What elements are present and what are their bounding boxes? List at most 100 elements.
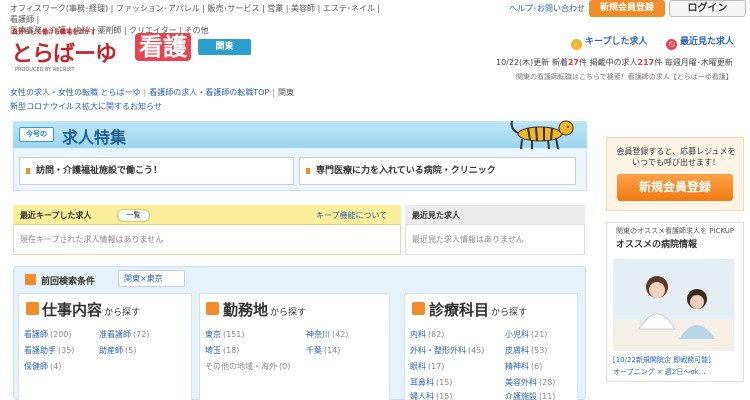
item-count: (200) <box>50 330 72 339</box>
item-count: (53) <box>531 346 548 355</box>
keep-feature-link[interactable]: キープ機能について <box>316 210 387 221</box>
recent-panel-title: 最近見た求人 <box>412 211 460 220</box>
open-label: 件 掲載中の求人 <box>578 58 638 67</box>
category-line-1[interactable]: オフィスワーク(事務･経理) | ファッション･アパレル | 販売･サービス |… <box>10 3 390 25</box>
location-title-text: 勤務地 <box>223 301 269 319</box>
feature-button-home-care[interactable]: 訪問・介護福祉施設で働こう！ <box>19 157 294 185</box>
job-title-suffix: から探す <box>104 308 141 318</box>
prev-search-label: 前回検索条件 <box>41 277 96 287</box>
location-item-other[interactable]: その他の地域・海外 (0) <box>205 361 290 372</box>
sidebar-register-button[interactable]: 新規会員登録 <box>617 174 733 201</box>
update-stats: 10/22(木)更新 新着27件 掲載中の求人217件 毎週月曜･木曜更新 <box>496 57 733 68</box>
item-label: 小児科 <box>505 330 529 339</box>
item-count: (14) <box>324 346 341 355</box>
item-count: (82) <box>428 330 445 339</box>
news-line-1: [10/22新規開院企 即戦務可能] <box>613 356 711 364</box>
department-item-surgery[interactable]: 外科・整形外科 (45) <box>410 345 484 356</box>
logo-tagline: 自分らしく働ける職場をさがす <box>12 29 97 36</box>
feature-button-specialty[interactable]: 専門医療に力を入れている病院・クリニック <box>299 157 576 185</box>
this-issue-badge: 今号の <box>19 127 54 142</box>
feature-title: 求人特集 <box>62 128 127 147</box>
department-item-cosmetic-surgery[interactable]: 美容外科 (28) <box>505 377 555 388</box>
recent-empty-message: 最近見た求人情報はありません <box>412 235 524 244</box>
department-item-ent[interactable]: 耳鼻科 (15) <box>410 377 452 388</box>
job-item-nurse-aide[interactable]: 看護助手 (35) <box>24 345 74 356</box>
prev-search-tag[interactable]: 関東×東京 <box>118 270 185 287</box>
stats-tail: 件 毎週月曜･木曜更新 <box>654 58 733 67</box>
item-label: 精神科 <box>505 362 529 371</box>
sidebar-hospital-news[interactable]: [10/22新規開院企 即戦務可能] オープニング × 週2日〜ok… <box>613 354 711 378</box>
hospital-photo[interactable] <box>613 259 734 351</box>
tiger-illustration <box>510 120 574 150</box>
location-title-suffix: から探す <box>270 308 307 318</box>
location-item-saitama[interactable]: 埼玉 (18) <box>205 345 239 356</box>
help-link[interactable]: ヘルプ･お問い合わせ <box>509 3 585 14</box>
region-button[interactable]: 関東 <box>198 39 251 55</box>
department-item-dermatology[interactable]: 皮膚科 (53) <box>505 345 547 356</box>
logo-nurse-mark: 看護 <box>135 33 191 61</box>
department-item-pediatrics[interactable]: 小児科 (21) <box>505 329 547 340</box>
department-item-care-facility[interactable]: 介護施設 (11) <box>505 391 555 400</box>
breadcrumb-current: 関東 <box>277 88 294 97</box>
item-count: (4) <box>50 362 62 371</box>
item-label: 東京 <box>205 330 221 339</box>
covid-notice-link[interactable]: 新型コロナウイルス拡大に関するお知らせ <box>10 101 162 112</box>
recent-jobs-link[interactable]: ◷ 最近見た求人 <box>666 34 734 50</box>
logo[interactable]: とらばーゆ <box>11 36 117 68</box>
department-item-psychiatry[interactable]: 精神科 (6) <box>505 361 542 372</box>
location-item-kanagawa[interactable]: 神奈川 (42) <box>306 329 348 340</box>
kept-empty-message: 現在キープされた求人情報はありません <box>20 235 164 244</box>
item-label: 美容外科 <box>505 378 537 387</box>
location-column-title: 勤務地 から探す <box>223 299 306 320</box>
page-description: 関東の看護師転職はこちらで検索！看護師の求人【とらばーゆ看護】 <box>516 73 733 81</box>
job-item-public-health-nurse[interactable]: 保健師 (4) <box>24 361 61 372</box>
breadcrumb-home[interactable]: 女性の求人・女性の転職 とらばーゆ <box>10 88 141 97</box>
department-item-internal[interactable]: 内科 (82) <box>410 329 444 340</box>
job-item-assistant-nurse[interactable]: 准看護師 (72) <box>99 329 149 340</box>
item-label: 千葉 <box>306 346 322 355</box>
item-label: 看護師 <box>24 330 48 339</box>
open-count: 217 <box>637 58 655 67</box>
item-label: 准看護師 <box>99 330 131 339</box>
breadcrumb-nurse-top[interactable]: 看護師の求人・看護師の転職TOP <box>149 88 269 97</box>
update-date: 10/22(木)更新 <box>496 58 550 67</box>
item-count: (15) <box>436 378 453 387</box>
kept-list-button[interactable]: 一覧 <box>117 209 150 222</box>
sidebar-hospital-title: オススメの病院情報 <box>616 240 698 250</box>
item-count: (15) <box>436 392 453 400</box>
department-icon <box>412 302 425 315</box>
recent-jobs-label: 最近見た求人 <box>680 37 735 47</box>
item-count: (6) <box>531 362 543 371</box>
job-item-nurse[interactable]: 看護師 (200) <box>24 329 72 340</box>
sidebar-register-text: 会員登録すると、応募レジュメをいつでも呼び出せます！ <box>616 147 736 167</box>
logo-produced-by: PRODUCED BY RECRUIT <box>15 67 75 73</box>
item-count: (11) <box>539 392 556 400</box>
prev-search-icon <box>25 274 36 285</box>
job-item-midwife[interactable]: 助産師 (5) <box>99 345 136 356</box>
job-title-text: 仕事内容 <box>42 301 103 319</box>
department-item-ophthalmology[interactable]: 眼科 (17) <box>410 361 444 372</box>
item-count: (72) <box>133 330 150 339</box>
kept-jobs-link[interactable]: ✓ キープした求人 <box>571 34 647 50</box>
keep-icon: ✓ <box>571 39 582 50</box>
job-icon <box>26 302 39 315</box>
page: オフィスワーク(事務･経理) | ファッション･アパレル | 販売･サービス |… <box>0 0 750 400</box>
breadcrumb-separator: | <box>143 88 147 97</box>
item-label: 助産師 <box>99 346 123 355</box>
location-item-tokyo[interactable]: 東京 (151) <box>205 329 245 340</box>
register-button[interactable]: 新規会員登録 <box>589 0 665 17</box>
item-label: 外科・整形外科 <box>410 346 466 355</box>
news-line-2: オープニング × 週2日〜ok… <box>613 368 706 376</box>
item-count: (17) <box>428 362 445 371</box>
department-title-text: 診療科目 <box>429 301 490 319</box>
item-label: 眼科 <box>410 362 426 371</box>
location-icon <box>206 302 219 315</box>
item-label: 耳鼻科 <box>410 378 434 387</box>
location-item-chiba[interactable]: 千葉 (14) <box>306 345 340 356</box>
item-count: (42) <box>332 330 349 339</box>
item-count: (35) <box>58 346 75 355</box>
department-item-gynecology[interactable]: 婦人科 (15) <box>410 391 452 400</box>
item-count: (0) <box>279 362 291 371</box>
login-button[interactable]: ログイン <box>669 0 746 17</box>
item-label: その他の地域・海外 <box>205 362 277 371</box>
